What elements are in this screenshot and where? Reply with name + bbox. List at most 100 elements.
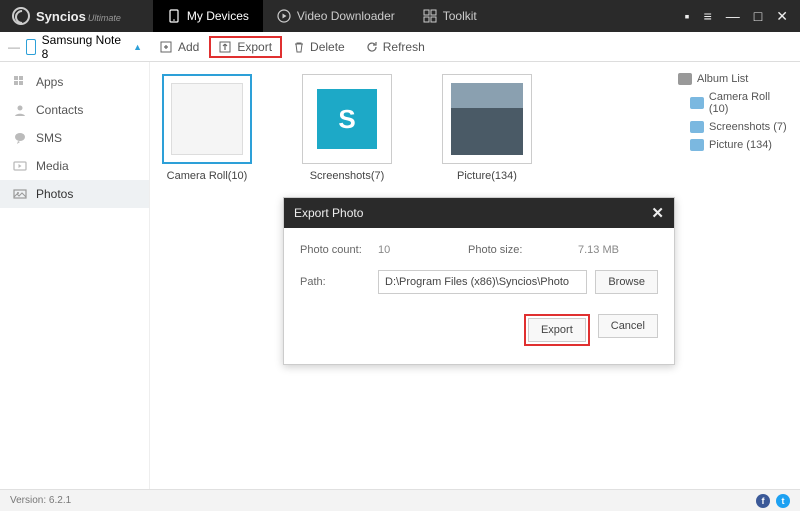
dialog-body: Photo count: 10 Photo size: 7.13 MB Path… [284, 228, 674, 364]
sidebar-item-label: Photos [36, 187, 73, 201]
album-list-title: Album List [697, 73, 748, 85]
sidebar-item-sms[interactable]: SMS [0, 124, 149, 152]
device-selector[interactable]: — Samsung Note 8 ▲ [0, 33, 150, 61]
content-toolbar: Add Export Delete Refresh [150, 36, 435, 58]
photos-icon [12, 186, 28, 202]
title-bar: SynciosUltimate My Devices Video Downloa… [0, 0, 800, 32]
album-list-header: Album List [676, 70, 794, 88]
delete-button[interactable]: Delete [282, 36, 355, 58]
cancel-button[interactable]: Cancel [598, 314, 658, 338]
photo-size-value: 7.13 MB [578, 244, 619, 256]
apps-icon [12, 74, 28, 90]
sidebar-item-label: SMS [36, 131, 62, 145]
window-controls: ▪ ≡ — □ ✕ [685, 8, 800, 25]
twitter-icon[interactable]: t [776, 494, 790, 508]
device-name: Samsung Note 8 [42, 33, 127, 61]
album-picture[interactable]: Picture(134) [442, 74, 532, 182]
image-icon [678, 73, 692, 85]
export-confirm-button[interactable]: Export [528, 318, 586, 342]
dialog-title: Export Photo [294, 206, 363, 220]
sms-icon [12, 130, 28, 146]
export-photo-dialog: Export Photo ✕ Photo count: 10 Photo siz… [283, 197, 675, 365]
delete-label: Delete [310, 40, 345, 54]
image-icon [690, 139, 704, 151]
tab-label: My Devices [187, 9, 249, 23]
tab-label: Video Downloader [297, 9, 395, 23]
sidebar-item-contacts[interactable]: Contacts [0, 96, 149, 124]
close-icon[interactable]: ✕ [651, 204, 664, 222]
export-icon [219, 40, 233, 54]
image-icon [690, 97, 704, 109]
export-button[interactable]: Export [209, 36, 282, 58]
image-icon [690, 121, 704, 133]
photo-count-label: Photo count: [300, 244, 378, 256]
trash-icon [292, 40, 306, 54]
tab-video-downloader[interactable]: Video Downloader [263, 0, 409, 32]
minimize-icon[interactable]: — [726, 8, 740, 24]
contacts-icon [12, 102, 28, 118]
sidebar-item-label: Apps [36, 75, 63, 89]
album-list-label: Screenshots (7) [709, 121, 787, 133]
media-icon [12, 158, 28, 174]
dialog-actions: Export Cancel [300, 314, 658, 346]
album-list-item[interactable]: Picture (134) [676, 136, 794, 154]
path-label: Path: [300, 276, 378, 288]
app-name: SynciosUltimate [36, 9, 121, 24]
refresh-icon [365, 40, 379, 54]
refresh-button[interactable]: Refresh [355, 36, 435, 58]
add-label: Add [178, 40, 199, 54]
album-camera-roll[interactable]: Camera Roll(10) [162, 74, 252, 182]
menu-icon[interactable]: ≡ [704, 8, 712, 24]
sidebar: Apps Contacts SMS Media Photos [0, 62, 150, 489]
album-list-label: Picture (134) [709, 139, 772, 151]
tab-toolkit[interactable]: Toolkit [409, 0, 491, 32]
sidebar-item-media[interactable]: Media [0, 152, 149, 180]
syncios-logo-icon [12, 7, 30, 25]
photo-count-value: 10 [378, 244, 468, 256]
album-caption: Camera Roll(10) [167, 170, 248, 182]
album-caption: Screenshots(7) [310, 170, 385, 182]
status-bar: Version: 6.2.1 f t [0, 489, 800, 511]
add-button[interactable]: Add [150, 36, 209, 58]
play-circle-icon [277, 9, 291, 23]
dialog-header: Export Photo ✕ [284, 198, 674, 228]
album-thumbnail: S [302, 74, 392, 164]
album-list-panel: Album List Camera Roll (10) Screenshots … [670, 62, 800, 489]
refresh-label: Refresh [383, 40, 425, 54]
sidebar-item-label: Contacts [36, 103, 83, 117]
top-tabs: My Devices Video Downloader Toolkit [153, 0, 491, 32]
facebook-icon[interactable]: f [756, 494, 770, 508]
tab-label: Toolkit [443, 9, 477, 23]
maximize-icon[interactable]: □ [754, 8, 762, 24]
album-list-item[interactable]: Camera Roll (10) [676, 88, 794, 118]
album-thumbnail [162, 74, 252, 164]
sidebar-item-photos[interactable]: Photos [0, 180, 149, 208]
grid-icon [423, 9, 437, 23]
album-grid: Camera Roll(10) S Screenshots(7) Picture… [162, 74, 658, 182]
album-thumbnail [442, 74, 532, 164]
add-icon [160, 40, 174, 54]
album-list-label: Camera Roll (10) [709, 91, 792, 115]
photo-size-label: Photo size: [468, 244, 578, 256]
chevron-up-icon: ▲ [133, 42, 142, 52]
app-logo: SynciosUltimate [0, 7, 133, 25]
close-icon[interactable]: ✕ [776, 8, 788, 25]
device-toolbar-row: — Samsung Note 8 ▲ Add Export Delete Ref… [0, 32, 800, 62]
album-screenshots[interactable]: S Screenshots(7) [302, 74, 392, 182]
photo-stats-row: Photo count: 10 Photo size: 7.13 MB [300, 244, 658, 256]
version-label: Version: 6.2.1 [10, 495, 71, 506]
export-label: Export [237, 40, 272, 54]
path-row: Path: Browse [300, 270, 658, 294]
album-caption: Picture(134) [457, 170, 517, 182]
tab-my-devices[interactable]: My Devices [153, 0, 263, 32]
device-icon [26, 39, 36, 55]
export-highlight: Export [524, 314, 590, 346]
social-links: f t [756, 494, 790, 508]
message-icon[interactable]: ▪ [685, 8, 690, 24]
phone-icon [167, 9, 181, 23]
browse-button[interactable]: Browse [595, 270, 658, 294]
path-input[interactable] [378, 270, 587, 294]
sidebar-item-label: Media [36, 159, 69, 173]
sidebar-item-apps[interactable]: Apps [0, 68, 149, 96]
album-list-item[interactable]: Screenshots (7) [676, 118, 794, 136]
